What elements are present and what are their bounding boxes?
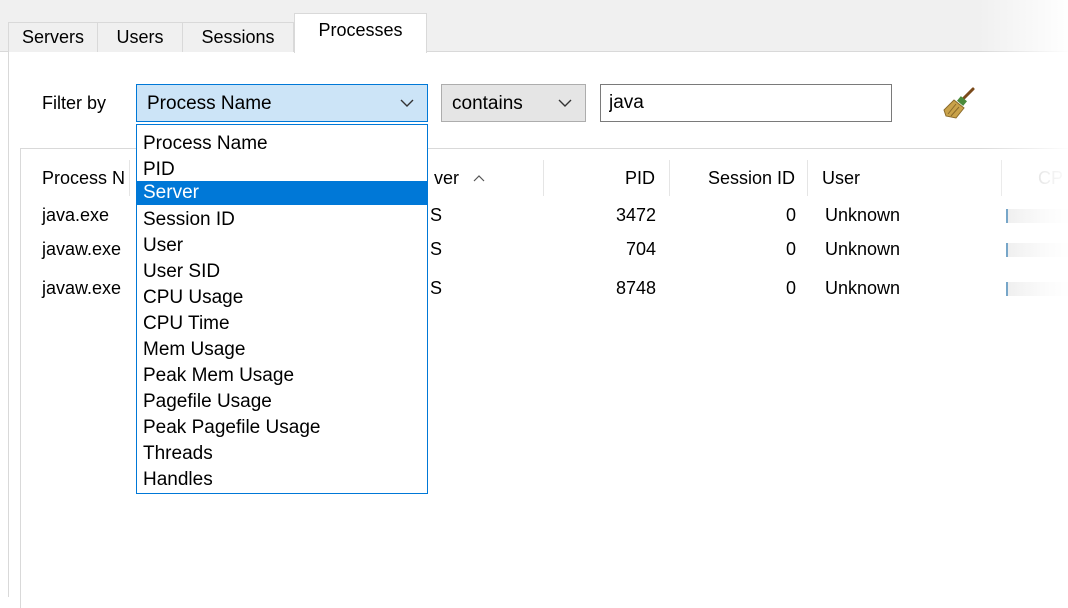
column-header-cpu[interactable]: CP bbox=[1002, 160, 1064, 196]
chevron-down-icon bbox=[400, 99, 414, 107]
dropdown-option-user[interactable]: User bbox=[137, 233, 427, 259]
column-header-pid-label: PID bbox=[624, 167, 655, 188]
cell-session-id: 0 bbox=[785, 205, 796, 225]
column-header-server-label: ver bbox=[434, 167, 460, 188]
column-header-process-name-label: Process N bbox=[42, 167, 126, 188]
dropdown-option-peak-mem-usage[interactable]: Peak Mem Usage bbox=[137, 363, 427, 389]
dropdown-option-threads[interactable]: Threads bbox=[137, 441, 427, 467]
tab-processes[interactable]: Processes bbox=[294, 13, 427, 53]
cell-user: Unknown bbox=[825, 278, 901, 298]
column-header-user-label: User bbox=[822, 167, 861, 188]
filter-text-input[interactable] bbox=[609, 92, 879, 114]
column-header-pid[interactable]: PID bbox=[545, 160, 670, 196]
dropdown-option-process-name[interactable]: Process Name bbox=[137, 131, 427, 157]
dropdown-option-pagefile-usage[interactable]: Pagefile Usage bbox=[137, 389, 427, 415]
filter-field-value: Process Name bbox=[147, 93, 272, 114]
filter-field-select[interactable]: Process Name bbox=[136, 84, 428, 122]
filter-operator-select[interactable]: contains bbox=[441, 84, 586, 122]
cell-session-id: 0 bbox=[785, 278, 796, 298]
cell-process-name: javaw.exe bbox=[42, 278, 122, 298]
cell-user: Unknown bbox=[825, 205, 901, 225]
cell-server: S bbox=[430, 239, 443, 259]
cpu-usage-bar bbox=[1006, 282, 1068, 296]
column-header-session-id-label: Session ID bbox=[707, 167, 795, 188]
cell-user: Unknown bbox=[825, 239, 901, 259]
cpu-usage-bar bbox=[1006, 243, 1068, 257]
chevron-down-icon bbox=[558, 99, 572, 107]
dropdown-option-session-id[interactable]: Session ID bbox=[137, 207, 427, 233]
cell-pid: 3472 bbox=[615, 205, 656, 225]
dropdown-option-cpu-usage[interactable]: CPU Usage bbox=[137, 285, 427, 311]
cell-process-name: java.exe bbox=[42, 205, 110, 225]
chevron-up-icon bbox=[473, 175, 485, 182]
tab-users[interactable]: Users bbox=[97, 22, 183, 52]
filter-field-dropdown[interactable]: Process Name PID Server Session ID User … bbox=[136, 124, 428, 494]
cell-process-name: javaw.exe bbox=[42, 239, 122, 259]
tab-servers[interactable]: Servers bbox=[8, 22, 98, 52]
broom-icon[interactable] bbox=[940, 86, 980, 122]
filter-by-label: Filter by bbox=[42, 93, 107, 113]
dropdown-option-mem-usage[interactable]: Mem Usage bbox=[137, 337, 427, 363]
dropdown-option-handles[interactable]: Handles bbox=[137, 467, 427, 493]
cpu-usage-bar bbox=[1006, 209, 1068, 223]
column-header-user[interactable]: User bbox=[808, 160, 1002, 196]
cell-session-id: 0 bbox=[785, 239, 796, 259]
dropdown-option-server[interactable]: Server bbox=[137, 181, 427, 205]
dropdown-option-peak-pagefile-usage[interactable]: Peak Pagefile Usage bbox=[137, 415, 427, 441]
cell-pid: 8748 bbox=[615, 278, 656, 298]
column-header-server[interactable]: ver bbox=[428, 160, 544, 196]
dropdown-option-cpu-time[interactable]: CPU Time bbox=[137, 311, 427, 337]
filter-text-field[interactable] bbox=[600, 84, 892, 122]
filter-operator-value: contains bbox=[452, 93, 523, 114]
cell-server: S bbox=[430, 278, 443, 298]
dropdown-option-pid[interactable]: PID bbox=[137, 157, 427, 183]
cell-server: S bbox=[430, 205, 443, 225]
tab-sessions[interactable]: Sessions bbox=[182, 22, 294, 52]
column-header-cpu-label: CP bbox=[1038, 167, 1064, 188]
dropdown-option-user-sid[interactable]: User SID bbox=[137, 259, 427, 285]
cell-pid: 704 bbox=[625, 239, 656, 259]
column-header-process-name[interactable]: Process N bbox=[30, 160, 130, 196]
column-header-session-id[interactable]: Session ID bbox=[670, 160, 808, 196]
